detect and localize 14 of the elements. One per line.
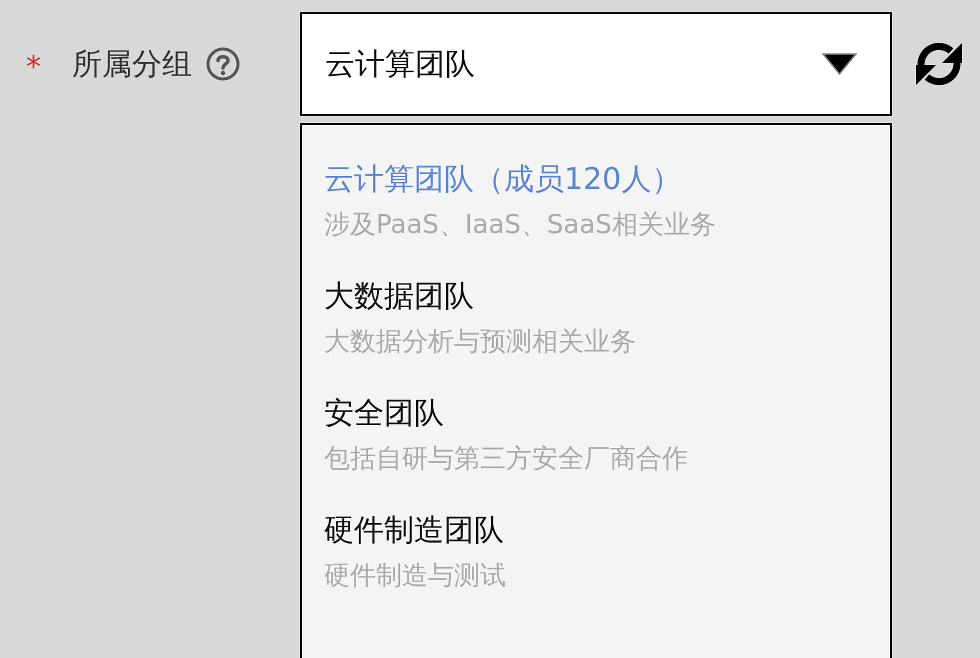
- refresh-button[interactable]: [915, 40, 963, 88]
- option-description: 硬件制造与测试: [324, 560, 506, 593]
- option-title[interactable]: 安全团队: [324, 392, 444, 436]
- option-description: 大数据分析与预测相关业务: [324, 326, 636, 359]
- caret-icon: [822, 53, 857, 75]
- option-title[interactable]: 硬件制造团队: [324, 509, 504, 553]
- required-asterisk: *: [26, 49, 42, 83]
- help-icon[interactable]: [206, 47, 240, 81]
- option-title[interactable]: 大数据团队: [324, 275, 474, 319]
- refresh-icon: [915, 40, 963, 88]
- option-description: 涉及PaaS、IaaS、SaaS相关业务: [324, 209, 716, 242]
- group-select[interactable]: 云计算团队: [300, 12, 892, 116]
- field-label: 所属分组: [72, 46, 192, 84]
- option-description: 包括自研与第三方安全厂商合作: [324, 443, 688, 476]
